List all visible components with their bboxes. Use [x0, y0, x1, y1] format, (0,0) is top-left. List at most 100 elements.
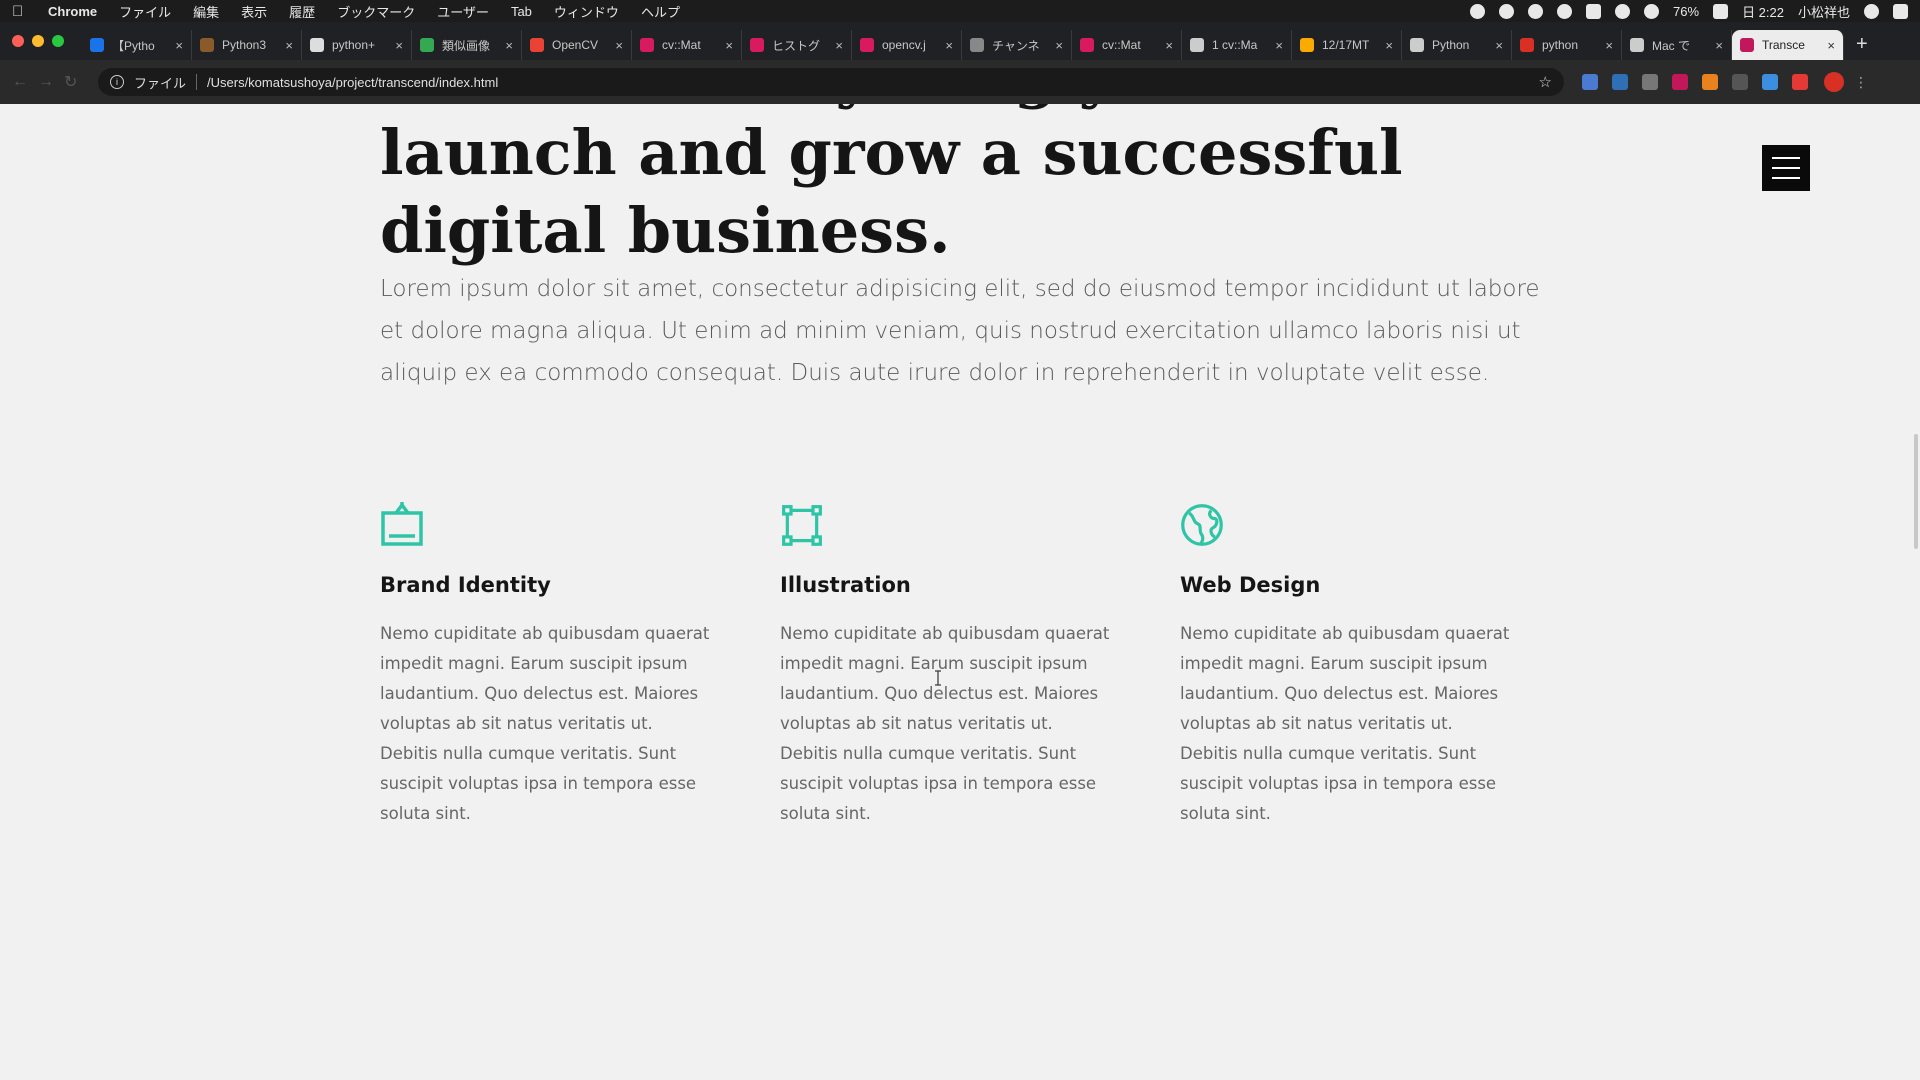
tab-favicon-icon: [310, 38, 324, 52]
tab-favicon-icon: [1410, 38, 1424, 52]
browser-tab[interactable]: Python3 ×: [192, 30, 302, 60]
new-tab-button[interactable]: +: [1856, 33, 1868, 56]
tab-close-icon[interactable]: ×: [395, 38, 403, 53]
tab-close-icon[interactable]: ×: [1055, 38, 1063, 53]
forward-arrow-icon[interactable]: →: [38, 73, 64, 91]
wifi-icon[interactable]: [1644, 3, 1660, 19]
tab-close-icon[interactable]: ×: [615, 38, 623, 53]
service-description: Nemo cupiditate ab quibusdam quaerat imp…: [780, 624, 1110, 823]
browser-tab[interactable]: チャンネ ×: [962, 30, 1072, 60]
tv-icon: [381, 502, 423, 546]
hamburger-line: [1772, 167, 1800, 169]
tab-close-icon[interactable]: ×: [1275, 38, 1283, 53]
grammarly-icon[interactable]: [1499, 3, 1515, 19]
input-method-icon[interactable]: [1586, 3, 1602, 19]
browser-tab[interactable]: 【Pytho ×: [82, 30, 192, 60]
metamask-extension-icon[interactable]: [1702, 74, 1718, 90]
service-web-design: Web Design Nemo cupiditate ab quibusdam …: [1180, 500, 1514, 829]
tab-close-icon[interactable]: ×: [1605, 38, 1613, 53]
tab-close-icon[interactable]: ×: [945, 38, 953, 53]
service-description: Nemo cupiditate ab quibusdam quaerat imp…: [1180, 624, 1510, 823]
tab-label: 【Pytho: [112, 38, 155, 53]
notification-center-icon[interactable]: [1893, 3, 1908, 19]
tab-close-icon[interactable]: ×: [1385, 38, 1393, 53]
browser-tab[interactable]: OpenCV ×: [522, 30, 632, 60]
browser-tab[interactable]: ヒストグ ×: [742, 30, 852, 60]
tab-favicon-icon: [420, 38, 434, 52]
tab-label: OpenCV: [552, 38, 599, 52]
browser-tab[interactable]: python+ ×: [302, 30, 412, 60]
menu-file[interactable]: ファイル: [119, 2, 171, 21]
reload-icon[interactable]: ↻: [64, 72, 90, 92]
browser-toolbar: ← → ↻ i ファイル /Users/komatsushoya/project…: [0, 60, 1920, 104]
browser-tab[interactable]: 12/17MT ×: [1292, 30, 1402, 60]
tab-close-icon[interactable]: ×: [1715, 38, 1723, 53]
tab-label: cv::Mat: [662, 38, 701, 52]
scrollbar-thumb[interactable]: [1914, 434, 1918, 549]
tab-label: Python3: [222, 38, 267, 52]
browser-tab[interactable]: 類似画像 ×: [412, 30, 522, 60]
menu-app-chrome[interactable]: Chrome: [48, 4, 97, 19]
profile-avatar[interactable]: [1824, 72, 1844, 92]
menu-bookmarks[interactable]: ブックマーク: [337, 2, 415, 21]
record-icon[interactable]: [1470, 3, 1486, 19]
browser-tab[interactable]: cv::Mat ×: [1072, 30, 1182, 60]
tab-label: ヒストグ: [772, 38, 821, 53]
chrome-menu-icon[interactable]: ⋮: [1854, 74, 1868, 91]
spotlight-search-icon[interactable]: [1864, 3, 1879, 19]
menu-user[interactable]: ユーザー: [437, 2, 489, 21]
vpn-extension-icon[interactable]: [1762, 74, 1778, 90]
battery-icon[interactable]: [1713, 3, 1729, 19]
browser-tab[interactable]: Mac で ×: [1622, 30, 1732, 60]
window-close-button[interactable]: [12, 35, 24, 47]
window-minimize-button[interactable]: [32, 35, 44, 47]
browser-tab[interactable]: Transce ×: [1732, 30, 1844, 60]
tab-favicon-icon: [1080, 38, 1094, 52]
browser-tab[interactable]: opencv.j ×: [852, 30, 962, 60]
tab-close-icon[interactable]: ×: [1827, 38, 1835, 53]
window-zoom-button[interactable]: [52, 35, 64, 47]
browser-tab[interactable]: Python ×: [1402, 30, 1512, 60]
apple-menu-icon[interactable]: : [12, 3, 30, 20]
tab-close-icon[interactable]: ×: [285, 38, 293, 53]
tab-close-icon[interactable]: ×: [175, 38, 183, 53]
selenium-extension-icon[interactable]: [1732, 74, 1748, 90]
browser-tab[interactable]: cv::Mat ×: [632, 30, 742, 60]
bluetooth-icon[interactable]: [1615, 3, 1631, 19]
back-arrow-icon[interactable]: ←: [12, 73, 38, 91]
menu-help[interactable]: ヘルプ: [641, 2, 680, 21]
youtube-extension-icon[interactable]: [1792, 74, 1808, 90]
tab-close-icon[interactable]: ×: [505, 38, 513, 53]
tab-label: python: [1542, 38, 1579, 52]
site-info-icon[interactable]: i: [110, 75, 124, 89]
page-lead-paragraph: Lorem ipsum dolor sit amet, consectetur …: [380, 276, 1540, 386]
extensions-row: [1582, 74, 1808, 90]
browser-tab[interactable]: python ×: [1512, 30, 1622, 60]
dropbox-icon[interactable]: [1528, 3, 1544, 19]
hamburger-line: [1772, 157, 1800, 159]
hamburger-menu-button[interactable]: [1762, 145, 1810, 191]
dictionary-extension-icon[interactable]: [1612, 74, 1628, 90]
tab-close-icon[interactable]: ×: [725, 38, 733, 53]
tab-close-icon[interactable]: ×: [1495, 38, 1503, 53]
tab-close-icon[interactable]: ×: [835, 38, 843, 53]
menu-tab[interactable]: Tab: [511, 4, 532, 19]
address-bar[interactable]: i ファイル /Users/komatsushoya/project/trans…: [98, 68, 1564, 96]
menu-edit[interactable]: 編集: [193, 2, 219, 21]
address-url-text[interactable]: /Users/komatsushoya/project/transcend/in…: [207, 75, 1539, 90]
browser-tab[interactable]: 1 cv::Ma ×: [1182, 30, 1292, 60]
menu-history[interactable]: 履歴: [289, 2, 315, 21]
adblock-extension-icon[interactable]: [1672, 74, 1688, 90]
bookmark-star-icon[interactable]: ☆: [1539, 73, 1552, 91]
menu-window[interactable]: ウィンドウ: [554, 2, 619, 21]
translate-extension-icon[interactable]: [1582, 74, 1598, 90]
tab-close-icon[interactable]: ×: [1165, 38, 1173, 53]
cloud-icon[interactable]: [1557, 3, 1573, 19]
tab-favicon-icon: [750, 38, 764, 52]
service-description: Nemo cupiditate ab quibusdam quaerat imp…: [380, 624, 710, 823]
screenshot-extension-icon[interactable]: [1642, 74, 1658, 90]
menubar-clock[interactable]: 日 2:22: [1742, 2, 1784, 21]
menubar-user[interactable]: 小松祥也: [1798, 2, 1850, 21]
page-scrollbar[interactable]: [1908, 104, 1920, 1080]
menu-view[interactable]: 表示: [241, 2, 267, 21]
